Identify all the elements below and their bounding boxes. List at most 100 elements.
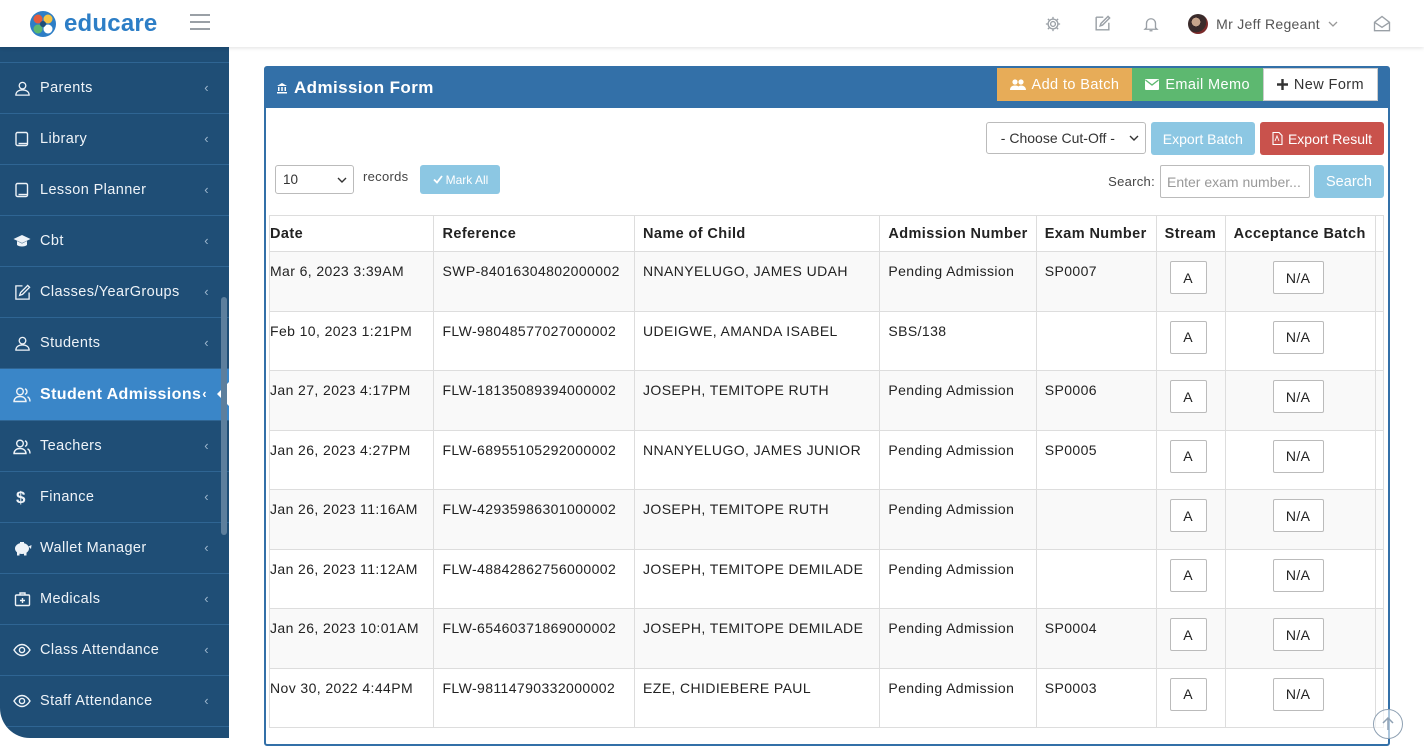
chevron-down-icon bbox=[1129, 135, 1139, 141]
user-name: Mr Jeff Regeant bbox=[1216, 15, 1320, 32]
cutoff-select-value: - Choose Cut-Off - bbox=[1000, 130, 1115, 146]
sidebar-item-medicals[interactable]: Medicals ‹ bbox=[0, 574, 229, 625]
sidebar-item-class-attendance[interactable]: Class Attendance ‹ bbox=[0, 625, 229, 676]
admissions-table-wrapper[interactable]: Date Reference Name of Child Admission N… bbox=[269, 215, 1384, 728]
sidebar-item-label: Teachers bbox=[40, 438, 103, 454]
cell-stream: A bbox=[1155, 370, 1226, 431]
stream-button[interactable]: A bbox=[1169, 320, 1207, 354]
user-menu[interactable]: Mr Jeff Regeant bbox=[1188, 13, 1338, 34]
sidebar-item-library[interactable]: Library ‹ bbox=[0, 114, 229, 165]
table-row[interactable]: Jan 26, 2023 10:01AM FLW-6546037186900000… bbox=[269, 608, 1384, 669]
chevron-left-icon: ‹ bbox=[204, 182, 209, 197]
stream-button[interactable]: A bbox=[1169, 380, 1207, 413]
search-button[interactable]: Search bbox=[1314, 165, 1384, 198]
sidebar-item-staff-attendance[interactable]: Staff Attendance ‹ bbox=[0, 676, 229, 727]
chevron-left-icon: ‹ bbox=[204, 284, 209, 299]
column-header-acceptance-batch[interactable]: Acceptance Batch bbox=[1224, 215, 1377, 252]
logo[interactable]: educare bbox=[28, 9, 157, 39]
stream-button[interactable]: A bbox=[1169, 558, 1207, 592]
bell-icon[interactable] bbox=[1139, 12, 1163, 36]
table-row[interactable]: Feb 10, 2023 1:21PM FLW-98048577027000002… bbox=[269, 310, 1384, 371]
sidebar-item-label: Classes/YearGroups bbox=[40, 284, 180, 300]
cell-more bbox=[1375, 370, 1384, 431]
acceptance-batch-button[interactable]: N/A bbox=[1272, 677, 1324, 711]
cell-more bbox=[1375, 310, 1384, 371]
cell-reference: FLW-42935986301000002 bbox=[433, 489, 635, 550]
add-to-batch-label: Add to Batch bbox=[1031, 76, 1120, 93]
table-row[interactable]: Jan 26, 2023 4:27PM FLW-68955105292000002… bbox=[269, 429, 1384, 490]
acceptance-batch-button[interactable]: N/A bbox=[1272, 618, 1324, 651]
stream-button[interactable]: A bbox=[1169, 677, 1207, 711]
sidebar-item-cbt[interactable]: Cbt ‹ bbox=[0, 216, 229, 267]
panel-header: Admission Form Add to Batch Email Memo N… bbox=[266, 68, 1388, 108]
sidebar-item-student-admissions[interactable]: Student Admissions ‹ bbox=[0, 369, 229, 421]
sidebar-item-parents[interactable]: Parents ‹ bbox=[0, 63, 229, 114]
column-header-exam-number[interactable]: Exam Number bbox=[1035, 215, 1157, 252]
mark-all-button[interactable]: Mark All bbox=[420, 165, 501, 194]
chevron-left-icon: ‹ bbox=[204, 438, 209, 453]
cell-name: NNANYELUGO, JAMES JUNIOR bbox=[633, 429, 881, 490]
cell-stream: A bbox=[1155, 489, 1226, 550]
search-input[interactable] bbox=[1160, 165, 1310, 198]
add-to-batch-button[interactable]: Add to Batch bbox=[996, 68, 1133, 101]
acceptance-batch-button[interactable]: N/A bbox=[1272, 380, 1324, 413]
sidebar-item-lesson-planner[interactable]: Lesson Planner ‹ bbox=[0, 165, 229, 216]
column-header-date[interactable]: Date bbox=[269, 215, 435, 252]
export-batch-label: Export Batch bbox=[1162, 130, 1243, 147]
stream-button[interactable]: A bbox=[1169, 499, 1207, 532]
users-icon bbox=[12, 385, 32, 405]
table-row[interactable]: Jan 27, 2023 4:17PM FLW-18135089394000002… bbox=[269, 370, 1384, 431]
sidebar-item-wallet-manager[interactable]: Wallet Manager ‹ bbox=[0, 523, 229, 574]
envelope-open-icon[interactable] bbox=[1370, 12, 1394, 36]
table-row[interactable]: Nov 30, 2022 4:44PM FLW-98114790332000002… bbox=[269, 667, 1384, 728]
cutoff-select[interactable]: - Choose Cut-Off - bbox=[985, 122, 1146, 154]
acceptance-batch-button[interactable]: N/A bbox=[1272, 439, 1324, 473]
table-row[interactable]: Jan 26, 2023 11:12AM FLW-4884286275600000… bbox=[269, 548, 1384, 609]
edit-icon bbox=[12, 282, 32, 302]
acceptance-batch-button[interactable]: N/A bbox=[1272, 261, 1324, 294]
cell-acceptance-batch: N/A bbox=[1224, 489, 1377, 550]
column-header-stream[interactable]: Stream bbox=[1155, 215, 1226, 252]
envelope-icon bbox=[1145, 79, 1160, 90]
cell-admission-number: Pending Admission bbox=[879, 548, 1037, 609]
stream-button[interactable]: A bbox=[1169, 261, 1207, 294]
records-per-page-select[interactable]: 10 bbox=[275, 165, 354, 194]
cell-date: Feb 10, 2023 1:21PM bbox=[269, 310, 435, 371]
stream-button[interactable]: A bbox=[1169, 618, 1207, 651]
eye-icon bbox=[12, 640, 32, 660]
users-icon bbox=[1009, 79, 1026, 90]
logo-text: educare bbox=[64, 10, 158, 37]
table-row[interactable]: Mar 6, 2023 3:39AM SWP-84016304802000002 N… bbox=[269, 251, 1384, 312]
chevron-left-icon: ‹ bbox=[204, 335, 209, 350]
column-header-admission-number[interactable]: Admission Number bbox=[879, 215, 1037, 252]
edit-icon[interactable] bbox=[1090, 12, 1114, 36]
email-memo-button[interactable]: Email Memo bbox=[1132, 68, 1263, 101]
export-result-button[interactable]: Export Result bbox=[1259, 122, 1384, 155]
column-header-name[interactable]: Name of Child bbox=[633, 215, 881, 252]
scroll-to-top-button[interactable] bbox=[1373, 709, 1403, 739]
cell-exam-number bbox=[1035, 310, 1157, 371]
cell-admission-number: SBS/138 bbox=[879, 310, 1037, 371]
sidebar-item-students[interactable]: Students ‹ bbox=[0, 318, 229, 369]
top-bar: educare Mr Jeff Regeant bbox=[0, 0, 1424, 47]
table-row[interactable]: Jan 26, 2023 11:16AM FLW-4293598630100000… bbox=[269, 489, 1384, 550]
pdf-file-icon bbox=[1272, 132, 1283, 145]
export-batch-button[interactable]: Export Batch bbox=[1150, 122, 1255, 155]
acceptance-batch-button[interactable]: N/A bbox=[1272, 499, 1324, 532]
new-form-label: New Form bbox=[1293, 76, 1364, 93]
gear-icon[interactable] bbox=[1041, 12, 1065, 36]
cell-exam-number bbox=[1035, 489, 1157, 550]
chevron-left-icon: ‹ bbox=[204, 540, 209, 555]
sidebar-item-teachers[interactable]: Teachers ‹ bbox=[0, 421, 229, 472]
acceptance-batch-button[interactable]: N/A bbox=[1272, 558, 1324, 592]
menu-toggle-icon[interactable] bbox=[190, 14, 210, 30]
chevron-down-icon bbox=[1328, 21, 1338, 27]
sidebar-item-finance[interactable]: $ Finance ‹ bbox=[0, 472, 229, 523]
acceptance-batch-button[interactable]: N/A bbox=[1272, 320, 1324, 354]
column-header-reference[interactable]: Reference bbox=[433, 215, 635, 252]
plus-icon bbox=[1276, 79, 1288, 90]
new-form-button[interactable]: New Form bbox=[1262, 68, 1378, 101]
stream-button[interactable]: A bbox=[1169, 439, 1207, 473]
sidebar-item-classes-yeargroups[interactable]: Classes/YearGroups ‹ bbox=[0, 267, 229, 318]
sidebar-scrollbar[interactable] bbox=[221, 297, 227, 535]
